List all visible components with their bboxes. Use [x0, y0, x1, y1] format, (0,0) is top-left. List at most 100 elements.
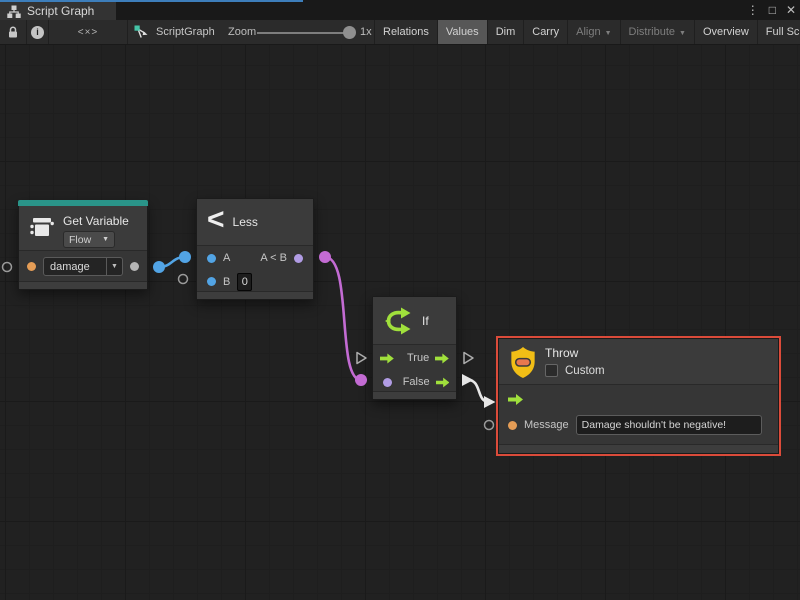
branch-icon	[383, 306, 413, 336]
script-graph-asset-icon	[134, 25, 149, 40]
node-title: Get Variable	[63, 214, 129, 228]
node-title: Throw	[545, 346, 605, 360]
zoom-slider-handle[interactable]	[343, 26, 356, 39]
variable-name-dropdown[interactable]: damage ▼	[43, 257, 123, 276]
flow-out-arrow-icon	[435, 353, 449, 364]
node-less[interactable]: < Less A A < B B 0	[196, 198, 314, 300]
tab-title: Script Graph	[27, 4, 94, 18]
bool-port-icon	[294, 254, 303, 263]
zoom-label: Zoom	[228, 26, 256, 38]
port-b-label: B	[223, 276, 230, 288]
throw-message-row: Message Damage shouldn't be negative!	[499, 413, 778, 437]
close-icon[interactable]: ✕	[786, 0, 796, 20]
script-graph-window: Script Graph ⋮ □ ✕ i <×> Script	[0, 0, 800, 600]
graph-hierarchy-icon	[7, 5, 21, 18]
node-title: If	[422, 314, 429, 328]
value-output-icon	[130, 262, 139, 271]
overview-button[interactable]: Overview	[694, 20, 757, 44]
tab-bar: Script Graph ⋮ □ ✕	[0, 0, 800, 20]
exception-shield-icon	[509, 346, 537, 379]
node-footer	[499, 444, 778, 453]
graph-canvas[interactable]: Get Variable Flow ▼ damage ▼ <	[0, 45, 800, 600]
bool-port-icon	[383, 378, 392, 387]
carry-button[interactable]: Carry	[523, 20, 567, 44]
zoom-value: 1x	[360, 26, 372, 38]
zoom-slider-track[interactable]	[257, 32, 345, 34]
port-less-result-out[interactable]	[319, 251, 331, 263]
result-label: A < B	[260, 252, 287, 264]
more-menu-icon[interactable]: ⋮	[747, 0, 759, 20]
less-row-a: A A < B	[197, 246, 313, 270]
lock-button[interactable]	[0, 20, 27, 44]
string-port-icon	[508, 421, 517, 430]
graph-toolbar: i <×> ScriptGraph Zoom 1x Relations Valu…	[0, 20, 800, 45]
node-footer	[197, 291, 313, 299]
port-if-condition-in[interactable]	[355, 374, 367, 386]
get-variable-name-row: damage ▼	[19, 251, 147, 282]
chevron-down-icon: ▼	[605, 30, 612, 37]
flow-out-arrow-icon	[436, 377, 449, 388]
message-label: Message	[524, 419, 569, 431]
port-getvariable-value-out[interactable]	[153, 261, 165, 273]
port-a-label: A	[223, 252, 230, 264]
align-dropdown[interactable]: Align ▼	[567, 20, 619, 44]
b-value-field[interactable]: 0	[237, 273, 252, 291]
less-row-b: B 0	[197, 270, 313, 293]
info-icon: i	[31, 26, 44, 39]
variable-scope-dropdown[interactable]: Flow ▼	[63, 231, 115, 248]
code-view-button[interactable]: <×>	[49, 20, 128, 44]
lock-icon	[7, 25, 19, 39]
dim-button[interactable]: Dim	[487, 20, 524, 44]
false-label: False	[401, 376, 430, 388]
graph-name-label: ScriptGraph	[156, 26, 215, 38]
port-less-a-in[interactable]	[179, 251, 191, 263]
if-row-false: False	[373, 371, 456, 393]
node-throw[interactable]: Throw Custom Message Damage shou	[498, 338, 779, 454]
number-port-icon	[207, 277, 216, 286]
if-header: If	[373, 297, 456, 345]
maximize-icon[interactable]: □	[769, 0, 776, 20]
port-if-true-out[interactable]	[464, 353, 473, 364]
tab-script-graph[interactable]: Script Graph	[0, 2, 116, 20]
if-row-true: True	[373, 345, 456, 371]
variable-icon	[29, 214, 55, 240]
selection-outline: Throw Custom Message Damage shou	[496, 336, 781, 456]
custom-checkbox[interactable]	[545, 364, 558, 377]
node-get-variable[interactable]: Get Variable Flow ▼ damage ▼	[18, 200, 148, 290]
chevron-down-icon: ▼	[679, 30, 686, 37]
values-button[interactable]: Values	[437, 20, 487, 44]
node-footer	[373, 391, 456, 399]
relations-button[interactable]: Relations	[374, 20, 437, 44]
less-than-icon: <	[207, 205, 225, 235]
throw-header: Throw Custom	[499, 339, 778, 385]
node-if[interactable]: If True False	[372, 296, 457, 400]
flow-in-arrow-icon	[380, 353, 394, 364]
wire-less-to-if[interactable]	[325, 257, 361, 380]
port-if-enter-in[interactable]	[357, 353, 366, 364]
info-button[interactable]: i	[27, 20, 49, 44]
distribute-dropdown[interactable]: Distribute ▼	[620, 20, 694, 44]
number-port-icon	[207, 254, 216, 263]
string-port-icon	[27, 262, 36, 271]
port-less-b-in[interactable]	[179, 275, 188, 284]
message-field[interactable]: Damage shouldn't be negative!	[576, 415, 762, 435]
port-throw-message-in[interactable]	[485, 421, 494, 430]
true-label: True	[400, 352, 429, 364]
flow-in-arrow-icon	[508, 394, 523, 405]
code-icon: <×>	[78, 27, 99, 38]
full-screen-button[interactable]: Full Screen	[757, 20, 800, 44]
node-title: Less	[233, 215, 258, 229]
custom-label: Custom	[565, 365, 605, 377]
port-throw-enter-in[interactable]	[484, 396, 496, 408]
window-controls: ⋮ □ ✕	[747, 0, 796, 20]
get-variable-header: Get Variable Flow ▼	[19, 206, 147, 251]
chevron-down-icon: ▼	[102, 236, 109, 243]
node-footer	[19, 281, 147, 289]
less-header: < Less	[197, 199, 313, 246]
view-options-group: Relations Values Dim Carry Align ▼ Distr…	[374, 20, 800, 44]
port-if-false-out[interactable]	[462, 374, 474, 386]
port-getvariable-name-in[interactable]	[3, 263, 12, 272]
chevron-down-icon: ▼	[106, 258, 122, 275]
graph-reference[interactable]: ScriptGraph	[134, 20, 215, 44]
throw-flow-row	[499, 385, 778, 413]
